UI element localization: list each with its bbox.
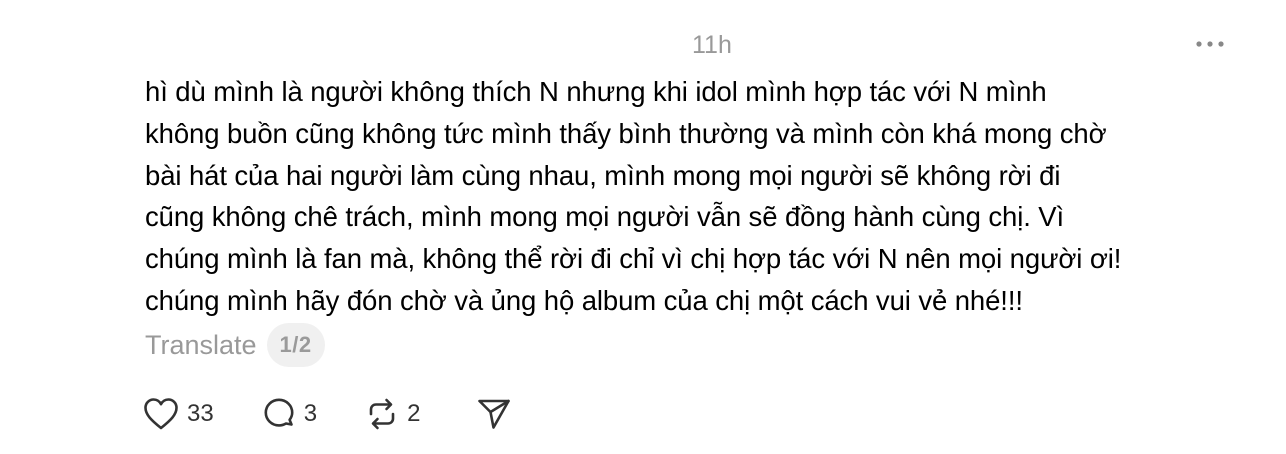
post-actions-bar: 33 3 2 (143, 394, 512, 434)
repost-count: 2 (407, 400, 421, 427)
share-button[interactable] (476, 397, 512, 431)
send-icon (478, 399, 511, 429)
page-indicator-badge: 1/2 (266, 323, 325, 367)
post-card: 11h hì dù mình là người không thích N nh… (0, 0, 1286, 454)
reply-button[interactable]: 3 (262, 397, 317, 431)
repost-icon (369, 398, 395, 430)
more-options-button[interactable] (1192, 30, 1228, 58)
heart-icon (144, 398, 178, 430)
translate-row: Translate 1/2 (145, 322, 325, 368)
like-count: 33 (187, 400, 214, 427)
reply-count: 3 (303, 400, 318, 427)
repost-button[interactable]: 2 (365, 397, 420, 431)
more-horizontal-icon (1196, 41, 1224, 47)
post-text: hì dù mình là người không thích N nhưng … (145, 76, 1122, 316)
comment-bubble-icon (264, 398, 294, 427)
like-button[interactable]: 33 (143, 397, 214, 431)
translate-link[interactable]: Translate (145, 330, 257, 361)
post-timestamp[interactable]: 11h (692, 30, 732, 60)
